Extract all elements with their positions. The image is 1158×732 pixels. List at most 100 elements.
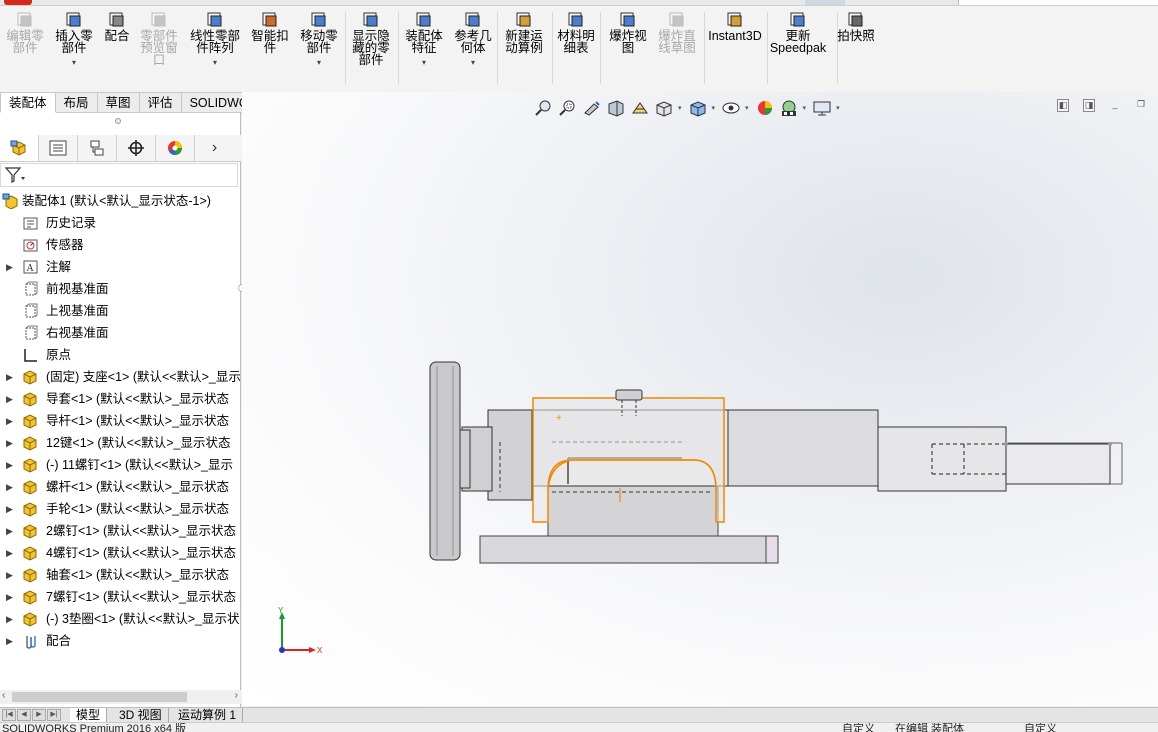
explode-line-icon — [669, 12, 684, 27]
assembly-model[interactable]: + — [242, 92, 1158, 706]
configuration-manager-tab[interactable] — [78, 135, 117, 161]
chevron-down-icon[interactable]: ▾ — [213, 57, 217, 69]
expand-arrow-icon[interactable]: ▶ — [6, 366, 13, 388]
next-tab-icon[interactable]: ▶ — [32, 709, 46, 721]
tree-component[interactable]: ▶ 2螺钉<1> (默认<<默认>_显示状态 — [0, 520, 240, 542]
tree-item-0[interactable]: 历史记录 — [0, 212, 240, 234]
dimxpert-manager-tab[interactable] — [117, 135, 156, 161]
expand-arrow-icon[interactable]: ▶ — [6, 476, 13, 498]
chevron-down-icon[interactable]: ▾ — [317, 57, 321, 69]
snapshot-button[interactable]: 拍快照 — [821, 10, 891, 42]
shaft-collar[interactable] — [487, 409, 533, 501]
display-style-icon[interactable] — [688, 99, 708, 117]
section-view-icon[interactable] — [606, 99, 626, 117]
chevron-down-icon[interactable]: ▾ — [471, 57, 475, 69]
tree-item-5[interactable]: 右视基准面 — [0, 322, 240, 344]
bottom-tab-1[interactable]: 3D 视图 — [113, 708, 169, 723]
tree-item-1[interactable]: 传感器 — [0, 234, 240, 256]
tree-horizontal-scrollbar[interactable]: ‹ › — [0, 690, 241, 704]
expand-arrow-icon[interactable]: ▶ — [6, 608, 13, 630]
expand-arrow-icon[interactable]: ▶ — [6, 520, 13, 542]
status-custom-1[interactable]: 自定义 — [842, 724, 875, 732]
tree-component[interactable]: ▶ 轴套<1> (默认<<默认>_显示状态 — [0, 564, 240, 586]
tree-component[interactable]: ▶ 导套<1> (默认<<默认>_显示状态 — [0, 388, 240, 410]
scroll-right-icon[interactable]: › — [235, 690, 238, 701]
display-manager-tab[interactable] — [156, 135, 195, 161]
search-box-edge[interactable] — [805, 0, 845, 5]
minimize-icon[interactable]: _ — [1109, 99, 1121, 112]
hide-show-dropdown-icon[interactable]: ▾ — [745, 104, 749, 112]
view-orientation-dropdown-icon[interactable]: ▾ — [678, 104, 682, 112]
tree-filter-box[interactable] — [0, 163, 238, 187]
tree-item-3[interactable]: 前视基准面 — [0, 278, 240, 300]
tree-component[interactable]: ▶ 12键<1> (默认<<默认>_显示状态 — [0, 432, 240, 454]
tab-0[interactable]: 装配体 — [0, 92, 56, 113]
chevron-down-icon[interactable]: ▾ — [422, 57, 426, 69]
base-plate[interactable] — [479, 535, 779, 564]
first-tab-icon[interactable]: |◀ — [2, 709, 16, 721]
expand-arrow-icon[interactable]: ▶ — [6, 586, 13, 608]
property-manager-tab[interactable] — [39, 135, 78, 161]
instant3d-button[interactable]: Instant3D — [700, 10, 770, 42]
expand-arrow-icon[interactable]: ▶ — [6, 498, 13, 520]
expand-arrow-icon[interactable]: ▶ — [6, 432, 13, 454]
tab-2[interactable]: 草图 — [97, 92, 140, 113]
panel-grip[interactable] — [115, 118, 121, 124]
zoom-to-area-icon[interactable] — [558, 99, 578, 117]
bottom-tab-2[interactable]: 运动算例 1 — [172, 708, 244, 723]
previous-view-icon[interactable] — [582, 99, 602, 117]
tree-item-2[interactable]: ▶ A 注解 — [0, 256, 240, 278]
screw-rod[interactable] — [1005, 443, 1111, 485]
bottom-tab-0[interactable]: 模型 — [70, 708, 108, 723]
view-settings-icon[interactable] — [812, 99, 832, 117]
tree-component[interactable]: ▶ 手轮<1> (默认<<默认>_显示状态 — [0, 498, 240, 520]
tree-component[interactable]: ▶ 螺杆<1> (默认<<默认>_显示状态 — [0, 476, 240, 498]
expand-arrow-icon[interactable]: ▶ — [6, 256, 13, 278]
hide-show-items-icon[interactable] — [721, 99, 741, 117]
top-screw[interactable] — [615, 389, 643, 401]
restore-icon[interactable]: ❐ — [1135, 99, 1147, 112]
tree-component[interactable]: ▶ 7螺钉<1> (默认<<默认>_显示状态 — [0, 586, 240, 608]
scene-dropdown-icon[interactable]: ▾ — [803, 104, 807, 112]
scroll-left-icon[interactable]: ‹ — [2, 690, 5, 701]
graphics-area[interactable]: + Y X — [242, 92, 1158, 706]
tab-3[interactable]: 评估 — [139, 92, 182, 113]
dynamic-annotation-icon[interactable] — [630, 99, 650, 117]
more-tabs-button[interactable]: › — [195, 135, 234, 161]
zoom-to-fit-icon[interactable] — [534, 99, 554, 117]
tree-root-assembly[interactable]: 装配体1 (默认<默认_显示状态-1>) — [0, 190, 240, 212]
solidworks-logo[interactable] — [4, 0, 32, 5]
view-settings-dropdown-icon[interactable]: ▾ — [836, 104, 840, 112]
expand-arrow-icon[interactable]: ▶ — [6, 388, 13, 410]
tree-item-6[interactable]: 原点 — [0, 344, 240, 366]
feature-manager-tab[interactable] — [0, 135, 39, 161]
tree-component[interactable]: ▶ 4螺钉<1> (默认<<默认>_显示状态 — [0, 542, 240, 564]
tree-component[interactable]: ▶ (-) 3垫圈<1> (默认<<默认>_显示状 — [0, 608, 240, 630]
tree-mates[interactable]: ▶ 配合 — [0, 630, 240, 652]
tile-left-icon[interactable]: ◧ — [1057, 99, 1069, 112]
tree-item-4[interactable]: 上视基准面 — [0, 300, 240, 322]
expand-arrow-icon[interactable]: ▶ — [6, 564, 13, 586]
tile-right-icon[interactable]: ◨ — [1083, 99, 1095, 112]
edit-appearance-icon[interactable] — [755, 99, 775, 117]
expand-arrow-icon[interactable]: ▶ — [6, 542, 13, 564]
help-search-input[interactable] — [958, 0, 1158, 5]
view-orientation-icon[interactable] — [654, 99, 674, 117]
tree-component[interactable]: ▶ (固定) 支座<1> (默认<<默认>_显示 — [0, 366, 240, 388]
expand-arrow-icon[interactable]: ▶ — [6, 454, 13, 476]
display-style-dropdown-icon[interactable]: ▾ — [712, 104, 716, 112]
expand-arrow-icon[interactable]: ▶ — [6, 630, 13, 652]
apply-scene-icon[interactable] — [779, 99, 799, 117]
prev-tab-icon[interactable]: ◀ — [17, 709, 31, 721]
last-tab-icon[interactable]: ▶| — [47, 709, 61, 721]
scroll-thumb[interactable] — [12, 692, 187, 702]
tree-component[interactable]: ▶ (-) 11螺钉<1> (默认<<默认>_显示 — [0, 454, 240, 476]
filter-funnel-icon[interactable] — [3, 164, 27, 186]
tab-1[interactable]: 布局 — [55, 92, 98, 113]
tree-component[interactable]: ▶ 导杆<1> (默认<<默认>_显示状态 — [0, 410, 240, 432]
hand-wheel[interactable] — [429, 361, 461, 561]
shaft[interactable] — [877, 426, 1007, 492]
expand-arrow-icon[interactable]: ▶ — [6, 410, 13, 432]
status-custom-2[interactable]: 自定义 — [1024, 724, 1057, 732]
chevron-down-icon[interactable]: ▾ — [72, 57, 76, 69]
